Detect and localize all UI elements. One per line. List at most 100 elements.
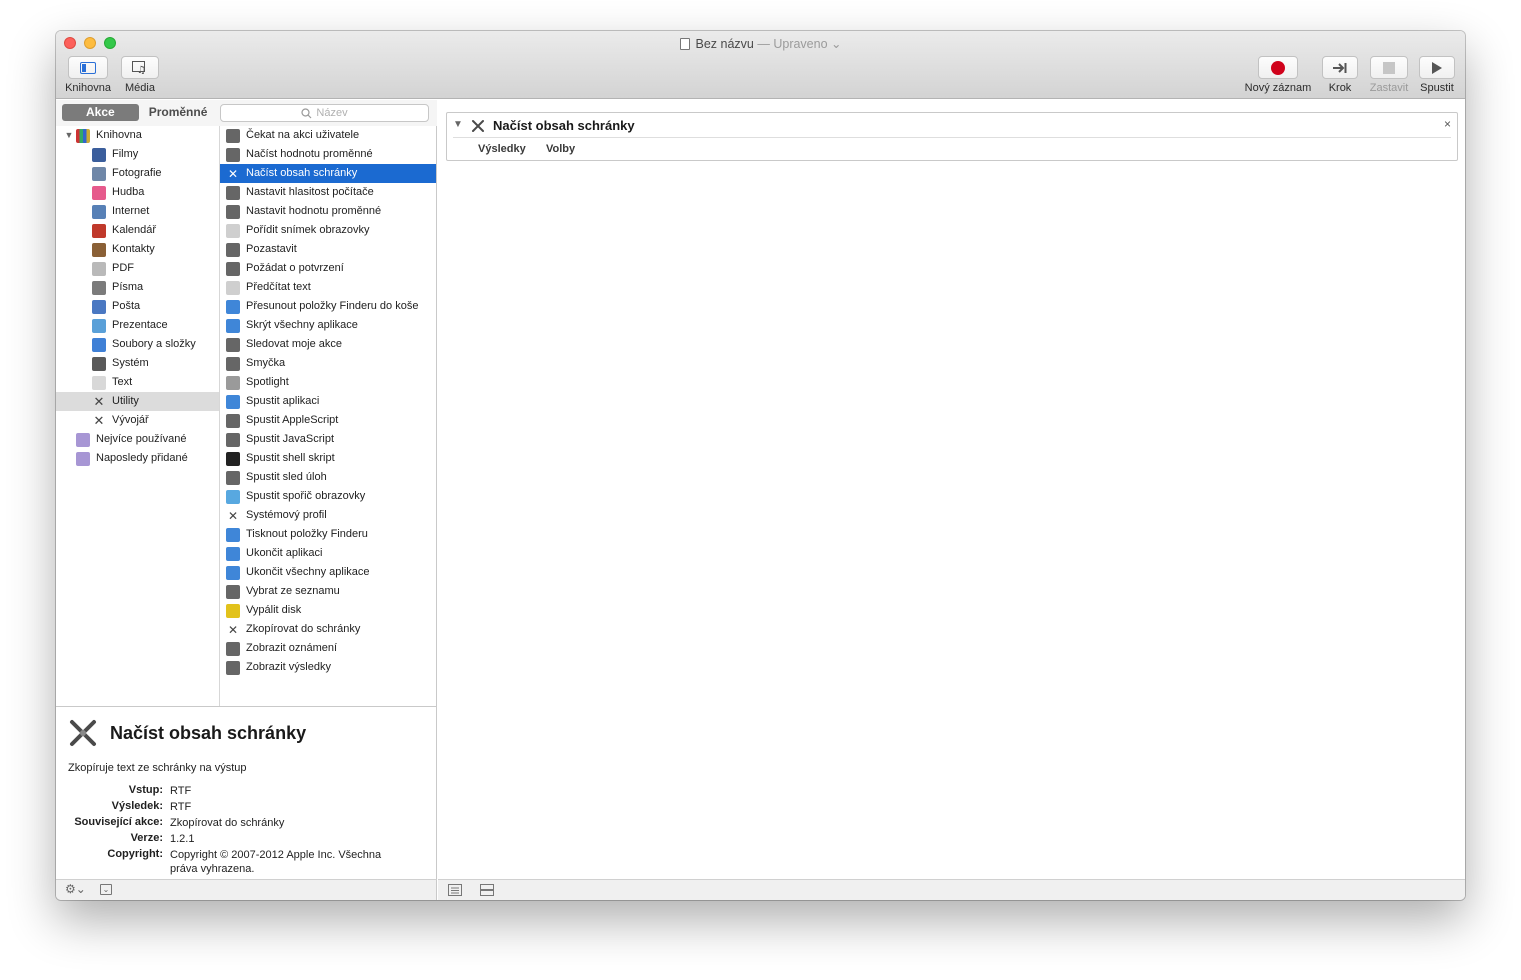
- smart-group-item[interactable]: Naposledy přidané: [56, 449, 219, 468]
- action-item[interactable]: Předčítat text: [220, 278, 436, 297]
- action-icon: ✕: [227, 508, 239, 523]
- action-item[interactable]: Požádat o potvrzení: [220, 259, 436, 278]
- smart-folder-icon: [76, 432, 90, 447]
- library-item-label: Vývojář: [112, 414, 149, 426]
- stop-button[interactable]: [1370, 56, 1408, 79]
- action-item[interactable]: ✕ Systémový profil: [220, 506, 436, 525]
- library-books-icon: [76, 128, 90, 143]
- left-tab-bar: Akce Proměnné Název: [56, 100, 437, 126]
- action-icon: [226, 451, 240, 466]
- action-item[interactable]: ✕ Načíst obsah schránky: [220, 164, 436, 183]
- action-item[interactable]: Spustit JavaScript: [220, 430, 436, 449]
- action-item[interactable]: Načíst hodnotu proměnné: [220, 145, 436, 164]
- options-tab[interactable]: Volby: [546, 143, 575, 155]
- action-item[interactable]: ✕ Zkopírovat do schránky: [220, 620, 436, 639]
- action-item[interactable]: Spotlight: [220, 373, 436, 392]
- library-item[interactable]: Pošta: [56, 297, 219, 316]
- action-icon: [226, 584, 240, 599]
- action-item[interactable]: Spustit AppleScript: [220, 411, 436, 430]
- version-value: 1.2.1: [170, 833, 195, 845]
- action-item[interactable]: Ukončit všechny aplikace: [220, 563, 436, 582]
- action-item[interactable]: Spustit spořič obrazovky: [220, 487, 436, 506]
- library-item[interactable]: Soubory a složky: [56, 335, 219, 354]
- action-item[interactable]: Spustit sled úloh: [220, 468, 436, 487]
- library-item-label: Fotografie: [112, 167, 162, 179]
- description-summary: Zkopíruje text ze schránky na výstup: [68, 762, 247, 774]
- action-icon: [226, 299, 240, 314]
- action-icon: [226, 318, 240, 333]
- run-button[interactable]: [1419, 56, 1455, 79]
- library-item[interactable]: PDF: [56, 259, 219, 278]
- library-item[interactable]: Písma: [56, 278, 219, 297]
- edited-status: Upraveno: [773, 37, 828, 51]
- smart-group-item[interactable]: Nejvíce používané: [56, 430, 219, 449]
- action-item[interactable]: Tisknout položky Finderu: [220, 525, 436, 544]
- disclosure-triangle-icon: ▼: [64, 130, 74, 140]
- action-item-label: Skrýt všechny aplikace: [246, 319, 358, 331]
- action-item-label: Sledovat moje akce: [246, 338, 342, 350]
- action-item-label: Čekat na akci uživatele: [246, 129, 360, 141]
- action-item-label: Spustit AppleScript: [246, 414, 339, 426]
- action-icon: [226, 546, 240, 561]
- related-value: Zkopírovat do schránky: [170, 817, 285, 829]
- library-item-label: Text: [112, 376, 133, 388]
- library-item-label: Soubory a složky: [112, 338, 196, 350]
- library-item[interactable]: ✕ Utility: [56, 392, 219, 411]
- action-item[interactable]: Vybrat ze seznamu: [220, 582, 436, 601]
- tab-actions[interactable]: Akce: [62, 104, 139, 121]
- action-item-label: Nastavit hodnotu proměnné: [246, 205, 382, 217]
- action-item[interactable]: Nastavit hodnotu proměnné: [220, 202, 436, 221]
- action-item[interactable]: Ukončit aplikaci: [220, 544, 436, 563]
- log-view-icon[interactable]: [448, 884, 462, 896]
- action-icon: [226, 413, 240, 428]
- library-item[interactable]: ✕ Vývojář: [56, 411, 219, 430]
- collapse-triangle-icon[interactable]: ▼: [453, 119, 463, 130]
- library-item[interactable]: Hudba: [56, 183, 219, 202]
- tab-variables[interactable]: Proměnné: [139, 104, 218, 121]
- action-item[interactable]: Smyčka: [220, 354, 436, 373]
- search-field[interactable]: Název: [220, 104, 429, 122]
- action-item[interactable]: Pořídit snímek obrazovky: [220, 221, 436, 240]
- action-item[interactable]: Pozastavit: [220, 240, 436, 259]
- library-item[interactable]: Prezentace: [56, 316, 219, 335]
- library-item[interactable]: Kalendář: [56, 221, 219, 240]
- action-item[interactable]: Čekat na akci uživatele: [220, 126, 436, 145]
- action-item[interactable]: Spustit aplikaci: [220, 392, 436, 411]
- workflow-action-card[interactable]: ▼ Načíst obsah schránky × Výsledky Volby: [446, 112, 1458, 161]
- library-item[interactable]: Systém: [56, 354, 219, 373]
- action-icon: [226, 470, 240, 485]
- action-item[interactable]: Zobrazit výsledky: [220, 658, 436, 677]
- record-button[interactable]: [1258, 56, 1298, 79]
- description-title: Načíst obsah schránky: [110, 723, 307, 743]
- library-item[interactable]: Filmy: [56, 145, 219, 164]
- window-title[interactable]: Bez názvu — Upraveno ⌄: [56, 36, 1465, 51]
- library-item[interactable]: Text: [56, 373, 219, 392]
- library-item[interactable]: Internet: [56, 202, 219, 221]
- smart-group-label: Nejvíce používané: [96, 433, 187, 445]
- media-button[interactable]: ♫: [121, 56, 159, 79]
- action-item[interactable]: Skrýt všechny aplikace: [220, 316, 436, 335]
- step-button[interactable]: [1322, 56, 1358, 79]
- stop-label: Zastavit: [1369, 82, 1409, 94]
- library-item-label: Utility: [112, 395, 139, 407]
- library-category-icon: [92, 280, 106, 295]
- results-tab[interactable]: Výsledky: [478, 143, 526, 155]
- gear-menu-icon[interactable]: ⚙︎⌄: [65, 882, 86, 896]
- remove-action-button[interactable]: ×: [1444, 117, 1451, 131]
- description-toggle-icon[interactable]: ⌄: [100, 884, 112, 895]
- library-category-icon: [92, 318, 106, 333]
- library-category-icon: [92, 375, 106, 390]
- action-item[interactable]: Zobrazit oznámení: [220, 639, 436, 658]
- library-toggle-button[interactable]: [68, 56, 108, 79]
- library-root[interactable]: ▼ Knihovna: [56, 126, 219, 145]
- toolbar: Bez názvu — Upraveno ⌄ Knihovna ♫ Média …: [56, 31, 1465, 99]
- action-item[interactable]: Sledovat moje akce: [220, 335, 436, 354]
- action-item[interactable]: Vypálit disk: [220, 601, 436, 620]
- variables-view-icon[interactable]: [480, 884, 494, 896]
- library-item[interactable]: Kontakty: [56, 240, 219, 259]
- action-item-label: Pořídit snímek obrazovky: [246, 224, 370, 236]
- action-item[interactable]: Přesunout položky Finderu do koše: [220, 297, 436, 316]
- action-item[interactable]: Nastavit hlasitost počítače: [220, 183, 436, 202]
- action-item[interactable]: Spustit shell skript: [220, 449, 436, 468]
- library-item[interactable]: Fotografie: [56, 164, 219, 183]
